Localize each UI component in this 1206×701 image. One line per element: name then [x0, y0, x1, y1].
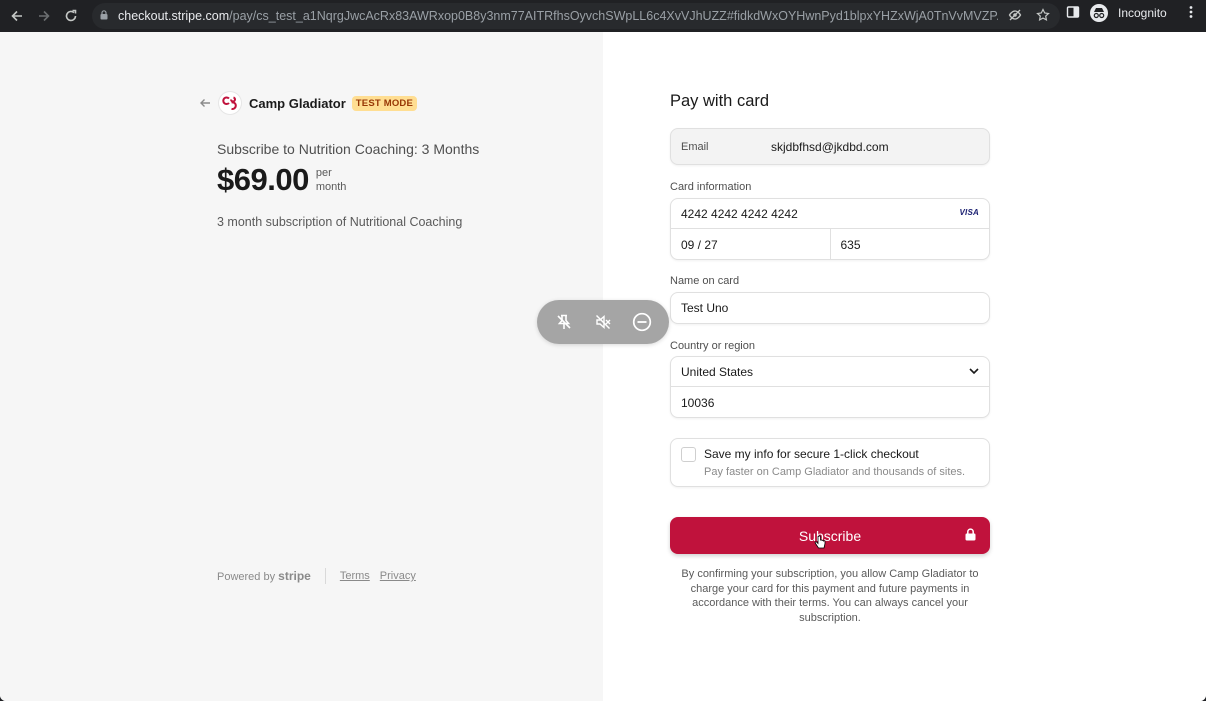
back-arrow-icon[interactable]	[199, 95, 213, 111]
consent-text: By confirming your subscription, you all…	[681, 568, 979, 624]
product-description: 3 month subscription of Nutritional Coac…	[217, 215, 463, 229]
order-summary-pane: Camp Gladiator TEST MODE Subscribe to Nu…	[0, 32, 603, 701]
billing-address-group: United States 10036	[670, 356, 990, 418]
country-select[interactable]: United States	[671, 357, 989, 387]
powered-by-stripe[interactable]: Powered by stripe	[217, 569, 311, 583]
back-icon[interactable]	[5, 4, 29, 28]
profile-label[interactable]: Incognito	[1118, 6, 1167, 20]
lock-icon	[965, 528, 976, 544]
country-label: Country or region	[670, 340, 755, 352]
payment-form-pane: Pay with card Email skjdbfhsd@jkdbd.com …	[603, 32, 1206, 701]
summary-footer: Powered by stripe Terms Privacy	[217, 568, 426, 584]
minus-circle-icon[interactable]	[628, 308, 656, 336]
browser-toolbar: checkout.stripe.com/pay/cs_test_a1NqrgJw…	[0, 0, 1206, 32]
merchant-logo[interactable]	[219, 92, 241, 114]
privacy-link[interactable]: Privacy	[380, 570, 416, 582]
form-title: Pay with card	[670, 92, 770, 110]
email-label: Email	[681, 140, 709, 153]
card-expiry-input[interactable]: 09 / 27	[671, 229, 830, 260]
pin-off-icon[interactable]	[550, 308, 578, 336]
name-on-card-label: Name on card	[670, 275, 740, 287]
card-information-group: 4242 4242 4242 4242 VISA 09 / 27 635	[670, 198, 990, 260]
save-info-subtitle: Pay faster on Camp Gladiator and thousan…	[704, 466, 966, 478]
billing-interval: per month	[315, 167, 347, 193]
email-value[interactable]: skjdbfhsd@jkdbd.com	[771, 140, 889, 154]
visa-icon: VISA	[959, 208, 979, 217]
name-on-card-input[interactable]: Test Uno	[670, 292, 990, 324]
checkout-page: Camp Gladiator TEST MODE Subscribe to Nu…	[0, 32, 1206, 701]
eye-off-icon[interactable]	[1008, 8, 1022, 25]
price: $69.00	[217, 162, 309, 197]
menu-icon[interactable]	[1189, 5, 1193, 22]
save-info-title[interactable]: Save my info for secure 1-click checkout	[704, 447, 919, 461]
merchant-name[interactable]: Camp Gladiator	[249, 96, 346, 111]
card-number-input[interactable]: 4242 4242 4242 4242 VISA	[671, 199, 989, 229]
footer-divider	[324, 568, 326, 584]
email-field[interactable]: Email skjdbfhsd@jkdbd.com	[670, 128, 990, 165]
incognito-icon[interactable]	[1090, 4, 1108, 22]
test-mode-badge: TEST MODE	[351, 95, 418, 111]
price-row: $69.00 per month	[217, 162, 346, 198]
save-info-checkbox[interactable]	[681, 447, 696, 462]
save-info-box: Save my info for secure 1-click checkout…	[670, 438, 990, 487]
forward-icon[interactable]	[32, 4, 56, 28]
star-icon[interactable]	[1036, 8, 1050, 25]
subscribe-button[interactable]: Subscribe	[670, 517, 990, 554]
url-text: checkout.stripe.com/pay/cs_test_a1NqrgJw…	[118, 9, 998, 23]
mute-icon[interactable]	[589, 308, 617, 336]
zip-input[interactable]: 10036	[671, 387, 989, 418]
hand-cursor-icon	[814, 535, 826, 555]
floating-recording-toolbar	[537, 300, 669, 344]
product-name: Subscribe to Nutrition Coaching: 3 Month…	[217, 141, 480, 157]
side-panel-icon[interactable]	[1066, 5, 1080, 22]
card-info-label: Card information	[670, 181, 752, 193]
address-bar[interactable]: checkout.stripe.com/pay/cs_test_a1NqrgJw…	[92, 3, 1060, 29]
lock-icon	[100, 9, 108, 23]
card-cvc-input[interactable]: 635	[829, 229, 990, 260]
terms-link[interactable]: Terms	[340, 570, 370, 582]
reload-icon[interactable]	[59, 4, 83, 28]
chevron-down-icon	[967, 364, 981, 383]
merchant-header: Camp Gladiator TEST MODE	[199, 92, 418, 114]
